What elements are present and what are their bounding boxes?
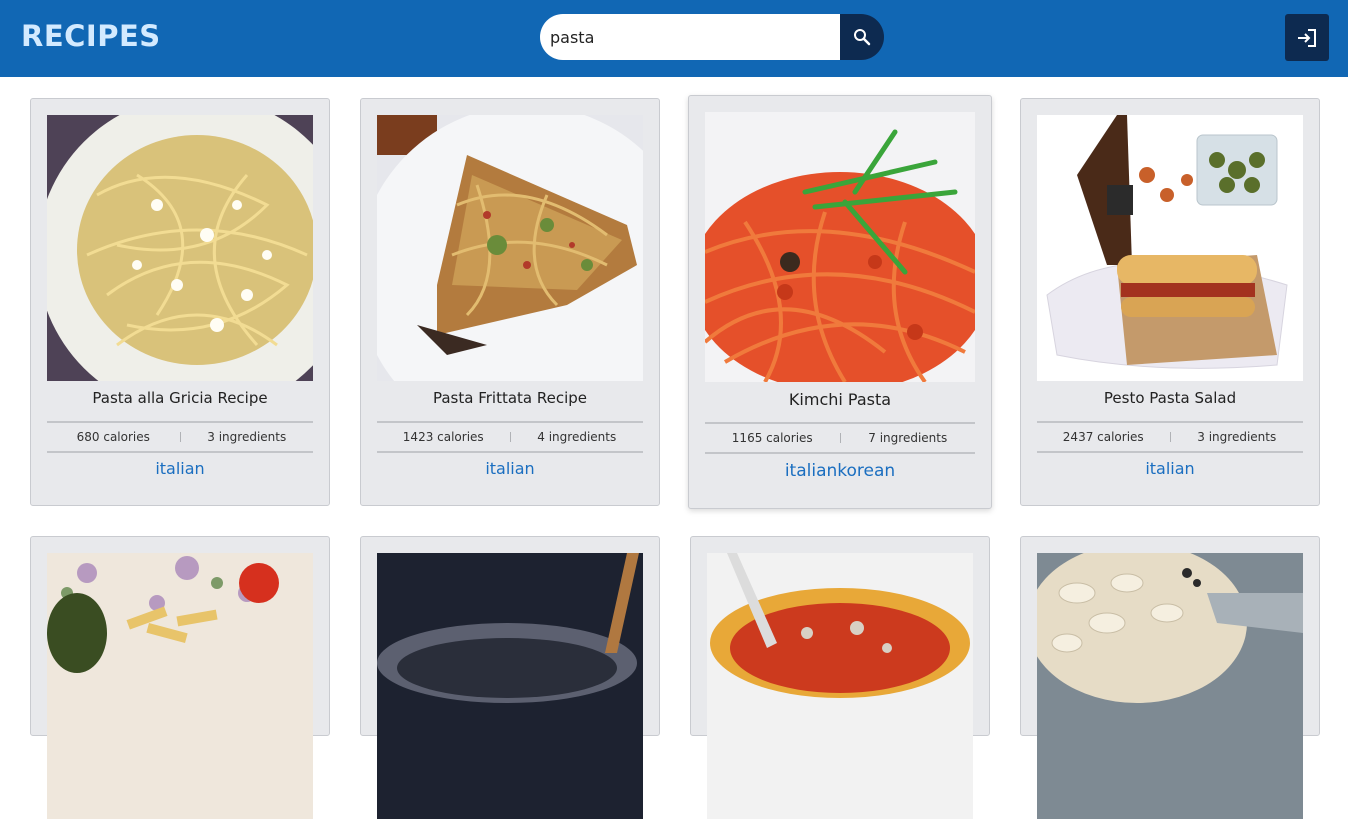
calories-count: 680 calories: [76, 430, 150, 444]
recipe-card[interactable]: Pasta Frittata Recipe 1423 calories 4 in…: [360, 98, 660, 506]
recipe-image[interactable]: [705, 112, 975, 382]
recipe-card[interactable]: [1020, 536, 1320, 819]
login-icon: [1298, 28, 1316, 47]
calories-count: 1423 calories: [402, 430, 484, 444]
recipe-image[interactable]: [1037, 115, 1303, 381]
recipe-stats: 2437 calories 3 ingredients: [1037, 421, 1303, 453]
recipe-image[interactable]: [377, 553, 643, 819]
recipe-image[interactable]: [377, 115, 643, 381]
search-input[interactable]: [540, 14, 840, 60]
recipe-title[interactable]: Pesto Pasta Salad: [1037, 389, 1303, 407]
recipe-title[interactable]: Pasta Frittata Recipe: [377, 389, 643, 407]
search-button[interactable]: [840, 14, 884, 60]
recipe-title[interactable]: Kimchi Pasta: [705, 390, 975, 409]
recipe-stats: 680 calories 3 ingredients: [47, 421, 313, 453]
ingredients-count: 7 ingredients: [868, 431, 948, 445]
recipe-card[interactable]: Kimchi Pasta 1165 calories 7 ingredients…: [688, 95, 992, 509]
recipe-image[interactable]: [47, 115, 313, 381]
recipe-stats: 1423 calories 4 ingredients: [377, 421, 643, 453]
cuisine-link[interactable]: italian: [377, 459, 643, 478]
cuisine-link[interactable]: italian: [1037, 459, 1303, 478]
search-icon: [854, 29, 871, 46]
search-box: [540, 14, 884, 60]
ingredients-count: 4 ingredients: [537, 430, 617, 444]
calories-count: 1165 calories: [731, 431, 813, 445]
recipe-stats: 1165 calories 7 ingredients: [705, 422, 975, 454]
ingredients-count: 3 ingredients: [207, 430, 287, 444]
top-bar: RECIPES: [0, 0, 1348, 77]
login-button[interactable]: [1285, 14, 1329, 61]
calories-count: 2437 calories: [1062, 430, 1144, 444]
cuisine-link[interactable]: italian: [47, 459, 313, 478]
recipe-card[interactable]: [360, 536, 660, 819]
ingredients-count: 3 ingredients: [1197, 430, 1277, 444]
recipe-card[interactable]: [690, 536, 990, 819]
recipe-title[interactable]: Pasta alla Gricia Recipe: [47, 389, 313, 407]
recipe-image[interactable]: [707, 553, 973, 819]
cuisine-link[interactable]: italiankorean: [705, 461, 975, 481]
recipe-card[interactable]: [30, 536, 330, 819]
recipe-image[interactable]: [1037, 553, 1303, 819]
recipe-image[interactable]: [47, 553, 313, 819]
recipe-card[interactable]: Pasta alla Gricia Recipe 680 calories 3 …: [30, 98, 330, 506]
app-logo[interactable]: RECIPES: [21, 19, 161, 53]
recipe-card[interactable]: Pesto Pasta Salad 2437 calories 3 ingred…: [1020, 98, 1320, 506]
